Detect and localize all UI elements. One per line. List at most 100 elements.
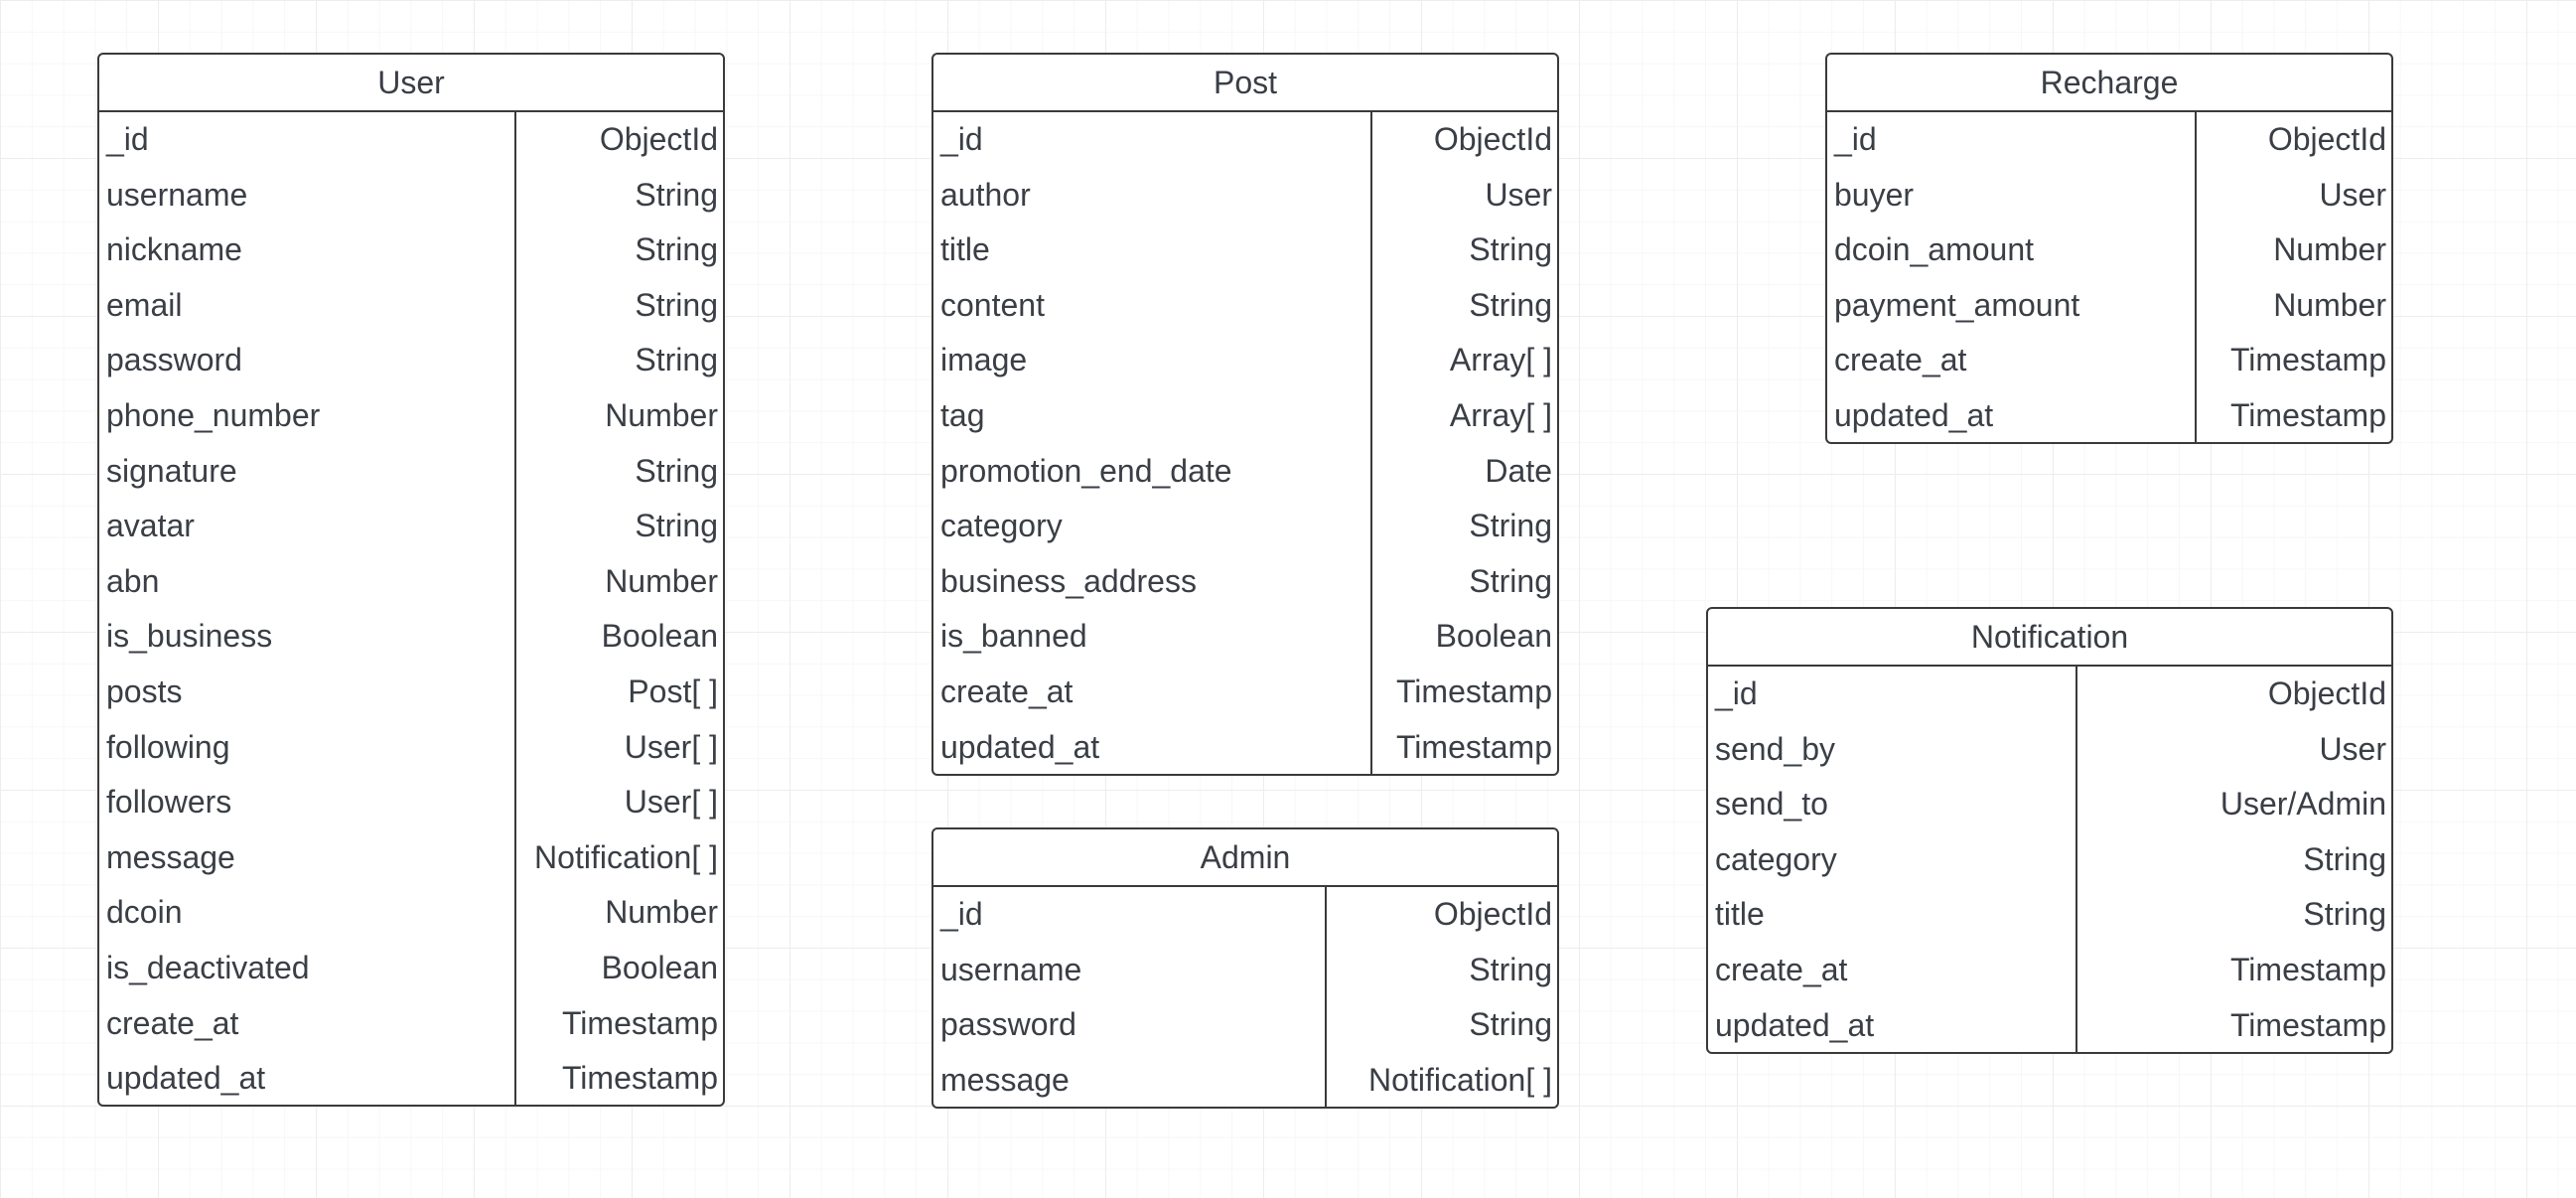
- field-name: is_deactivated: [106, 949, 310, 985]
- field-type: Number: [605, 562, 718, 599]
- field-type: Number: [2273, 231, 2386, 268]
- field-name: _id: [1715, 675, 1758, 711]
- entity-recharge[interactable]: Recharge _id ObjectId buyer User dcoin_amoun…: [1825, 53, 2393, 444]
- field-row: create_at Timestamp: [1827, 333, 2391, 388]
- field-row: is_business Boolean: [99, 609, 723, 665]
- field-row: abn Number: [99, 554, 723, 610]
- field-row: updated_at Timestamp: [99, 1051, 723, 1105]
- field-type: String: [635, 286, 718, 323]
- field-row: promotion_end_date Date: [933, 444, 1557, 500]
- field-name: username: [106, 176, 248, 213]
- field-type: String: [1469, 231, 1552, 268]
- entity-title: Recharge: [1827, 55, 2391, 112]
- field-name: followers: [106, 784, 232, 821]
- field-type: Boolean: [1435, 618, 1552, 655]
- field-name: send_by: [1715, 730, 1835, 767]
- field-name: author: [940, 176, 1031, 213]
- field-name: posts: [106, 673, 183, 709]
- field-type: ObjectId: [2267, 675, 2386, 711]
- field-row: avatar String: [99, 499, 723, 554]
- field-type: Number: [2273, 286, 2386, 323]
- field-type: String: [635, 231, 718, 268]
- field-row: nickname String: [99, 223, 723, 278]
- field-type: User: [1485, 176, 1552, 213]
- field-name: is_banned: [940, 618, 1087, 655]
- field-row: category String: [933, 499, 1557, 554]
- field-name: promotion_end_date: [940, 452, 1232, 489]
- field-type: String: [1469, 286, 1552, 323]
- field-name: message: [106, 838, 235, 875]
- field-name: updated_at: [1715, 1006, 1875, 1043]
- field-row: create_at Timestamp: [933, 665, 1557, 720]
- field-name: category: [940, 508, 1063, 544]
- field-row: is_deactivated Boolean: [99, 941, 723, 996]
- field-type: Number: [605, 894, 718, 931]
- entity-notification[interactable]: Notification _id ObjectId send_by User send_…: [1706, 607, 2393, 1054]
- field-name: _id: [106, 121, 149, 157]
- field-name: signature: [106, 452, 237, 489]
- field-name: business_address: [940, 562, 1197, 599]
- field-list: _id ObjectId username String nickname String e…: [99, 112, 723, 1105]
- field-type: ObjectId: [1433, 121, 1552, 157]
- field-type: String: [2303, 896, 2386, 933]
- field-row: _id ObjectId: [1827, 112, 2391, 168]
- field-row: followers User[ ]: [99, 775, 723, 830]
- field-name: following: [106, 728, 230, 765]
- field-list: _id ObjectId username String password String m…: [933, 887, 1557, 1107]
- field-row: _id ObjectId: [933, 887, 1557, 943]
- field-row: category String: [1708, 832, 2391, 888]
- entity-admin[interactable]: Admin _id ObjectId username String password S…: [931, 827, 1559, 1109]
- field-name: avatar: [106, 508, 195, 544]
- field-type: User[ ]: [624, 728, 718, 765]
- field-type: Timestamp: [561, 1004, 718, 1041]
- field-row: image Array[ ]: [933, 333, 1557, 388]
- field-type: Notification[ ]: [1368, 1061, 1552, 1098]
- field-type: Boolean: [601, 618, 718, 655]
- field-type: ObjectId: [599, 121, 718, 157]
- field-row: title String: [1708, 887, 2391, 943]
- field-row: signature String: [99, 444, 723, 500]
- field-name: buyer: [1834, 176, 1915, 213]
- field-row: updated_at Timestamp: [1827, 388, 2391, 442]
- field-type: Timestamp: [2229, 396, 2386, 433]
- field-type: String: [635, 508, 718, 544]
- field-name: nickname: [106, 231, 242, 268]
- field-name: _id: [1834, 121, 1877, 157]
- field-name: password: [940, 1006, 1076, 1043]
- field-list: _id ObjectId buyer User dcoin_amount Number pa…: [1827, 112, 2391, 442]
- field-type: Array[ ]: [1449, 342, 1552, 378]
- field-row: username String: [933, 943, 1557, 998]
- field-type: User: [2319, 730, 2386, 767]
- field-name: updated_at: [106, 1060, 266, 1097]
- field-row: dcoin_amount Number: [1827, 223, 2391, 278]
- field-name: abn: [106, 562, 160, 599]
- field-row: email String: [99, 278, 723, 334]
- field-type: Timestamp: [1395, 728, 1552, 765]
- field-type: Notification[ ]: [534, 838, 718, 875]
- entity-title: User: [99, 55, 723, 112]
- field-list: _id ObjectId author User title String content S…: [933, 112, 1557, 774]
- field-row: send_by User: [1708, 722, 2391, 778]
- field-row: dcoin Number: [99, 885, 723, 941]
- field-row: create_at Timestamp: [1708, 943, 2391, 998]
- field-name: password: [106, 342, 242, 378]
- entity-user[interactable]: User _id ObjectId username String nickname St…: [97, 53, 725, 1107]
- field-name: _id: [940, 121, 983, 157]
- field-type: Number: [605, 396, 718, 433]
- field-type: Boolean: [601, 949, 718, 985]
- field-name: create_at: [1715, 951, 1848, 987]
- field-name: dcoin_amount: [1834, 231, 2035, 268]
- field-row: message Notification[ ]: [933, 1053, 1557, 1107]
- field-row: password String: [933, 997, 1557, 1053]
- entity-post[interactable]: Post _id ObjectId author User title String con…: [931, 53, 1559, 776]
- field-row: updated_at Timestamp: [933, 720, 1557, 774]
- field-list: _id ObjectId send_by User send_to User/Admin c…: [1708, 667, 2391, 1052]
- field-row: _id ObjectId: [99, 112, 723, 168]
- field-type: Timestamp: [2229, 1006, 2386, 1043]
- field-type: String: [1469, 1006, 1552, 1043]
- field-row: title String: [933, 223, 1557, 278]
- field-type: User/Admin: [2219, 786, 2386, 823]
- field-row: buyer User: [1827, 168, 2391, 224]
- field-type: String: [635, 452, 718, 489]
- field-name: _id: [940, 896, 983, 932]
